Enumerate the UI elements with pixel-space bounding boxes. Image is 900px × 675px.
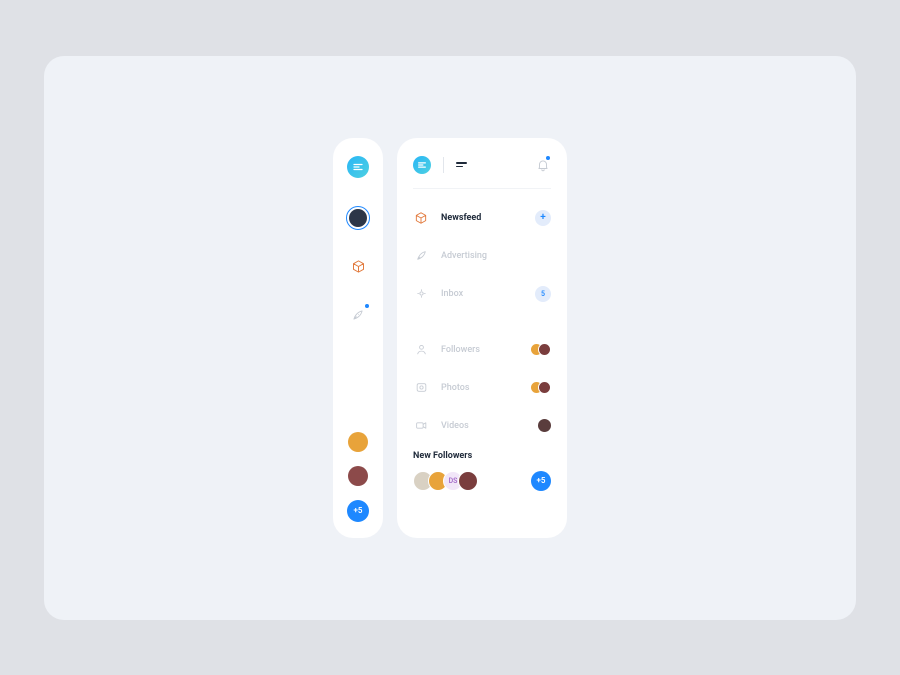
- cube-icon[interactable]: [349, 258, 367, 276]
- menu-label: Newsfeed: [441, 213, 481, 223]
- followers-more-button[interactable]: +5: [531, 471, 551, 491]
- menu-item-photos[interactable]: Photos: [413, 369, 551, 407]
- rail-avatar-2[interactable]: [348, 466, 368, 486]
- new-followers-row: DS +5: [413, 471, 551, 491]
- menu-label: Followers: [441, 345, 480, 355]
- menu-item-inbox[interactable]: Inbox 5: [413, 275, 551, 313]
- current-user-avatar[interactable]: [346, 206, 370, 230]
- menu-item-videos[interactable]: Videos: [413, 407, 551, 445]
- menu-label: Videos: [441, 421, 469, 431]
- avatar-stack: [530, 381, 551, 394]
- cube-icon: [413, 210, 429, 226]
- photo-icon: [413, 380, 429, 396]
- menu-item-newsfeed[interactable]: Newsfeed +: [413, 199, 551, 237]
- follower-avatar-4[interactable]: [458, 471, 478, 491]
- new-followers-title: New Followers: [413, 451, 551, 461]
- user-icon: [413, 342, 429, 358]
- add-badge[interactable]: +: [535, 210, 551, 226]
- rocket-icon: [413, 248, 429, 264]
- rocket-icon[interactable]: [349, 306, 367, 324]
- logo-icon[interactable]: [347, 156, 369, 178]
- panel-header: [413, 156, 551, 189]
- avatar: [538, 419, 551, 432]
- sidebar-panel: Newsfeed + Advertising Inbox 5: [397, 138, 567, 538]
- rail-avatar-1[interactable]: [348, 432, 368, 452]
- menu-label: Photos: [441, 383, 469, 393]
- inbox-icon: [413, 286, 429, 302]
- menu-item-advertising[interactable]: Advertising: [413, 237, 551, 275]
- divider: [443, 157, 444, 173]
- sidebar-rail: +5: [333, 138, 383, 538]
- panel-logo-icon[interactable]: [413, 156, 431, 174]
- menu-label: Inbox: [441, 289, 463, 299]
- count-badge: 5: [535, 286, 551, 302]
- menu: Newsfeed + Advertising Inbox 5: [413, 189, 551, 445]
- menu-label: Advertising: [441, 251, 487, 261]
- video-icon: [413, 418, 429, 434]
- bell-icon[interactable]: [535, 157, 551, 173]
- rail-more-button[interactable]: +5: [347, 500, 369, 522]
- menu-icon[interactable]: [456, 162, 467, 167]
- avatar-stack: [530, 343, 551, 356]
- menu-item-followers[interactable]: Followers: [413, 331, 551, 369]
